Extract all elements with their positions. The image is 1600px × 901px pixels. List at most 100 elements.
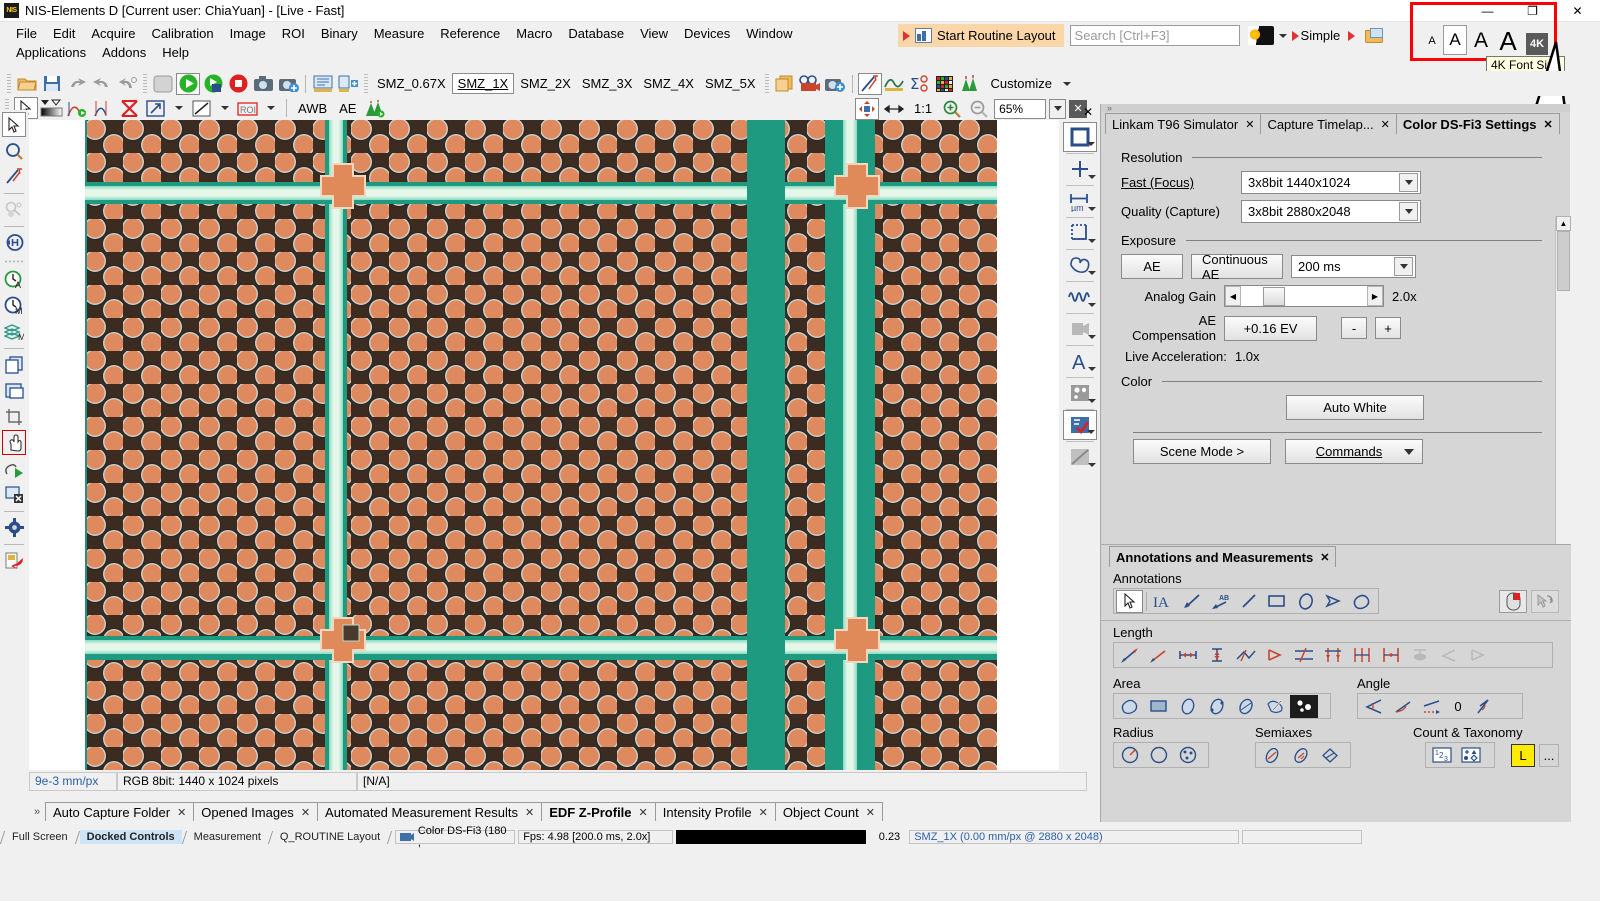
tool-close-window-icon[interactable] <box>2 482 26 507</box>
angle-reference-icon[interactable] <box>1418 695 1446 718</box>
arrow-tool-chevron-down-icon[interactable] <box>175 106 183 110</box>
magnification-smz-1x[interactable]: SMZ_1X <box>451 73 515 94</box>
capture-icon[interactable] <box>251 73 275 95</box>
mask-overlay-chevron-down-icon[interactable] <box>1088 463 1096 467</box>
length-horizontal-icon[interactable] <box>1174 644 1202 667</box>
font-size-medium[interactable]: A <box>1443 25 1467 55</box>
dock-tab-annotations-and-measurements[interactable]: Annotations and Measurements ✕ <box>1109 546 1337 567</box>
tool-paste-icon[interactable] <box>2 378 26 403</box>
roi-rect-tool-icon[interactable] <box>1063 122 1097 152</box>
close-icon[interactable]: ✕ <box>525 806 534 819</box>
minimize-icon[interactable]: — <box>1465 0 1510 22</box>
customize-chevron-down-icon[interactable] <box>1062 81 1071 86</box>
text-annotation-tool-icon[interactable]: A <box>1063 346 1097 376</box>
zoom-level-dropdown-icon[interactable] <box>1049 98 1067 119</box>
menu-item-view[interactable]: View <box>632 24 676 43</box>
layer-badge[interactable]: L <box>1511 743 1535 767</box>
live-play-icon[interactable] <box>176 72 200 95</box>
intensity-profile-chevron-down-icon[interactable] <box>1088 303 1096 307</box>
close-icon[interactable]: ✕ <box>1245 118 1254 131</box>
tool-crop-icon[interactable] <box>2 404 26 429</box>
area-freeform-icon[interactable] <box>1116 695 1144 718</box>
length-two-point-icon[interactable] <box>1116 644 1144 667</box>
customize-button[interactable]: Customize <box>983 74 1057 93</box>
length-parallel-vertical-icon[interactable] <box>1319 644 1347 667</box>
image-viewport[interactable] <box>29 120 1059 770</box>
menu-item-help[interactable]: Help <box>154 43 197 62</box>
bottom-tab-intensity-profile[interactable]: Intensity Profile ✕ <box>654 802 776 821</box>
fast-focus-label[interactable]: Fast (Focus) <box>1121 175 1233 190</box>
collapse-panel-icon[interactable]: » <box>29 803 45 821</box>
one-to-one-button[interactable]: 1:1 <box>909 99 937 118</box>
menu-item-macro[interactable]: Macro <box>508 24 560 43</box>
layout-tab-docked-controls[interactable]: Docked Controls <box>79 830 182 844</box>
dock-tab-color-ds-fi3-settings[interactable]: Color DS-Fi3 Settings ✕ <box>1395 113 1560 134</box>
angle-three-point-icon[interactable] <box>1360 695 1388 718</box>
radius-three-point-icon[interactable] <box>1174 744 1202 767</box>
lut-chevron-down-icon[interactable] <box>1278 33 1287 38</box>
redo-icon[interactable] <box>90 73 114 95</box>
menu-item-database[interactable]: Database <box>560 24 632 43</box>
live-fast-icon[interactable] <box>201 73 225 95</box>
area-ellipse-axes-icon[interactable] <box>1232 695 1260 718</box>
close-icon[interactable]: ✕ <box>1320 551 1329 564</box>
font-size-large[interactable]: A <box>1470 27 1492 55</box>
toolbar-grip-3[interactable] <box>364 74 368 93</box>
roi-rect-chevron-down-icon[interactable] <box>1087 142 1095 146</box>
object-count-tool-icon[interactable] <box>1063 378 1097 408</box>
chevron-down-icon[interactable] <box>1399 173 1418 192</box>
annotation-polygon-icon[interactable] <box>1320 590 1347 613</box>
tool-auto-time-icon[interactable]: A <box>2 267 26 292</box>
save-icon[interactable] <box>40 73 64 95</box>
annotation-ellipse-icon[interactable] <box>1292 590 1319 613</box>
ae-compensation-value[interactable]: +0.16 EV <box>1224 315 1317 341</box>
autoscale-icon[interactable] <box>857 72 882 95</box>
stop-icon[interactable] <box>226 73 250 95</box>
capture-sequence-icon[interactable] <box>823 73 847 95</box>
taxonomy-classes-icon[interactable] <box>1457 744 1485 767</box>
bottom-tab-edf-z-profile[interactable]: EDF Z-Profile ✕ <box>541 802 656 821</box>
search-input[interactable]: Search [Ctrl+F3] <box>1069 25 1240 46</box>
object-count-chevron-down-icon[interactable] <box>1088 399 1096 403</box>
scene-mode-button[interactable]: Scene Mode > <box>1133 439 1271 464</box>
simple-mode-label[interactable]: Simple <box>1301 28 1341 43</box>
capture-plus-icon[interactable] <box>276 73 300 95</box>
chevron-down-icon[interactable] <box>1404 448 1414 455</box>
font-size-small[interactable]: A <box>1424 27 1440 55</box>
histogram-icon[interactable] <box>958 73 982 95</box>
bottom-tab-opened-images[interactable]: Opened Images ✕ <box>193 802 319 821</box>
scrollbar-thumb[interactable] <box>1556 231 1570 291</box>
measure-curve-icon[interactable] <box>883 73 907 95</box>
gamma-chevron-down-icon[interactable] <box>221 106 229 110</box>
more-options-button[interactable]: ... <box>1539 743 1559 767</box>
count-numbers-icon[interactable]: 123 <box>1428 744 1456 767</box>
tool-pointer-icon[interactable] <box>2 112 26 137</box>
slider-track[interactable] <box>1241 286 1367 306</box>
tool-settings-gear-icon[interactable] <box>2 515 26 540</box>
dock-tab-capture-timelapse[interactable]: Capture Timelap... ✕ <box>1260 113 1397 134</box>
chevron-down-icon[interactable] <box>1394 257 1413 276</box>
menu-item-window[interactable]: Window <box>738 24 800 43</box>
magnification-smz-2x[interactable]: SMZ_2X <box>515 74 576 93</box>
angle-two-line-icon[interactable] <box>1389 695 1417 718</box>
menu-item-binary[interactable]: Binary <box>313 24 366 43</box>
slider-increment-icon[interactable]: ▶ <box>1367 286 1383 306</box>
scale-bar-tool-icon[interactable]: µm <box>1063 186 1097 216</box>
length-polyline-icon[interactable] <box>1145 644 1173 667</box>
area-threshold-icon[interactable] <box>1290 694 1318 718</box>
close-icon[interactable]: ✕ <box>1555 0 1600 22</box>
area-rectangle-icon[interactable] <box>1145 695 1173 718</box>
layout-tab-measurement[interactable]: Measurement <box>187 830 268 844</box>
freeform-roi-chevron-down-icon[interactable] <box>1088 271 1096 275</box>
tool-autoscale-icon[interactable] <box>2 164 26 189</box>
menu-item-edit[interactable]: Edit <box>45 24 83 43</box>
zoom-out-icon[interactable] <box>967 98 991 120</box>
menu-item-image[interactable]: Image <box>222 24 274 43</box>
fit-to-window-icon[interactable] <box>855 97 879 120</box>
area-ellipse-3pt-icon[interactable] <box>1203 695 1231 718</box>
crosshair-tool-icon[interactable] <box>1063 154 1097 184</box>
analog-gain-slider[interactable]: ◀ ▶ <box>1224 285 1384 307</box>
roi-chevron-down-icon[interactable] <box>267 106 275 110</box>
menu-item-addons[interactable]: Addons <box>94 43 154 62</box>
ae-button[interactable]: AE <box>334 99 361 118</box>
